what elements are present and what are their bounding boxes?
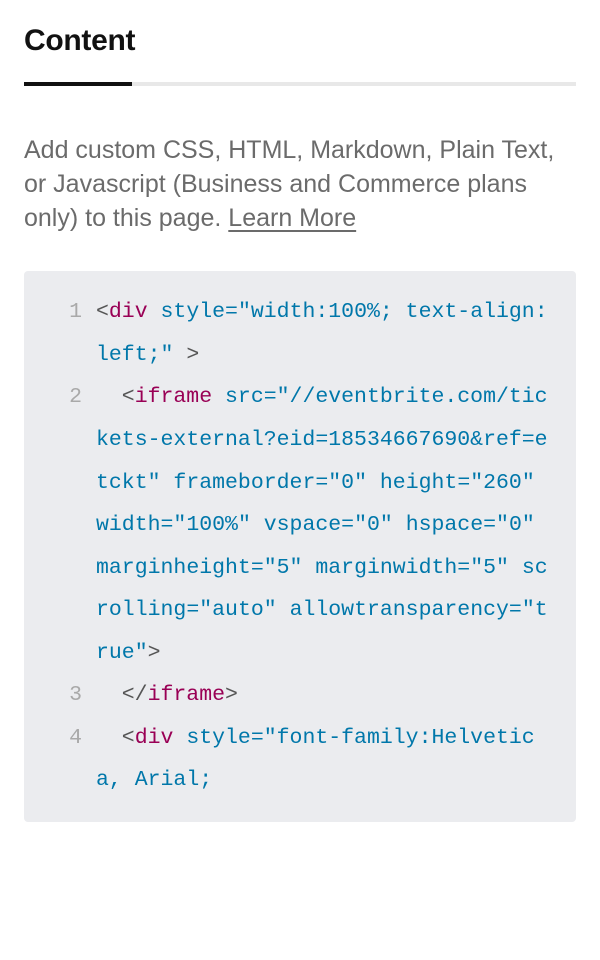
line-number: 2: [24, 376, 96, 419]
code-line: 4 <div style="font-family:Helvetica, Ari…: [24, 717, 560, 802]
tab-underline-active: [24, 82, 132, 86]
tab-underline: [24, 82, 576, 86]
code-line: 1<div style="width:100%; text-align: lef…: [24, 291, 560, 376]
panel: Content Add custom CSS, HTML, Markdown, …: [0, 0, 600, 846]
learn-more-link[interactable]: Learn More: [228, 204, 356, 232]
description-text: Add custom CSS, HTML, Markdown, Plain Te…: [24, 134, 576, 235]
line-number: 3: [24, 674, 96, 717]
code-editor[interactable]: 1<div style="width:100%; text-align: lef…: [24, 271, 576, 822]
code-content[interactable]: <iframe src="//eventbrite.com/tickets-ex…: [96, 376, 560, 674]
line-number: 4: [24, 717, 96, 760]
line-number: 1: [24, 291, 96, 334]
code-content[interactable]: <div style="font-family:Helvetica, Arial…: [96, 717, 560, 802]
code-line: 2 <iframe src="//eventbrite.com/tickets-…: [24, 376, 560, 674]
code-line: 3 </iframe>: [24, 674, 560, 717]
tab-content[interactable]: Content: [24, 24, 576, 58]
code-content[interactable]: <div style="width:100%; text-align: left…: [96, 291, 560, 376]
code-content[interactable]: </iframe>: [96, 674, 560, 717]
tab-header: Content: [24, 24, 576, 86]
